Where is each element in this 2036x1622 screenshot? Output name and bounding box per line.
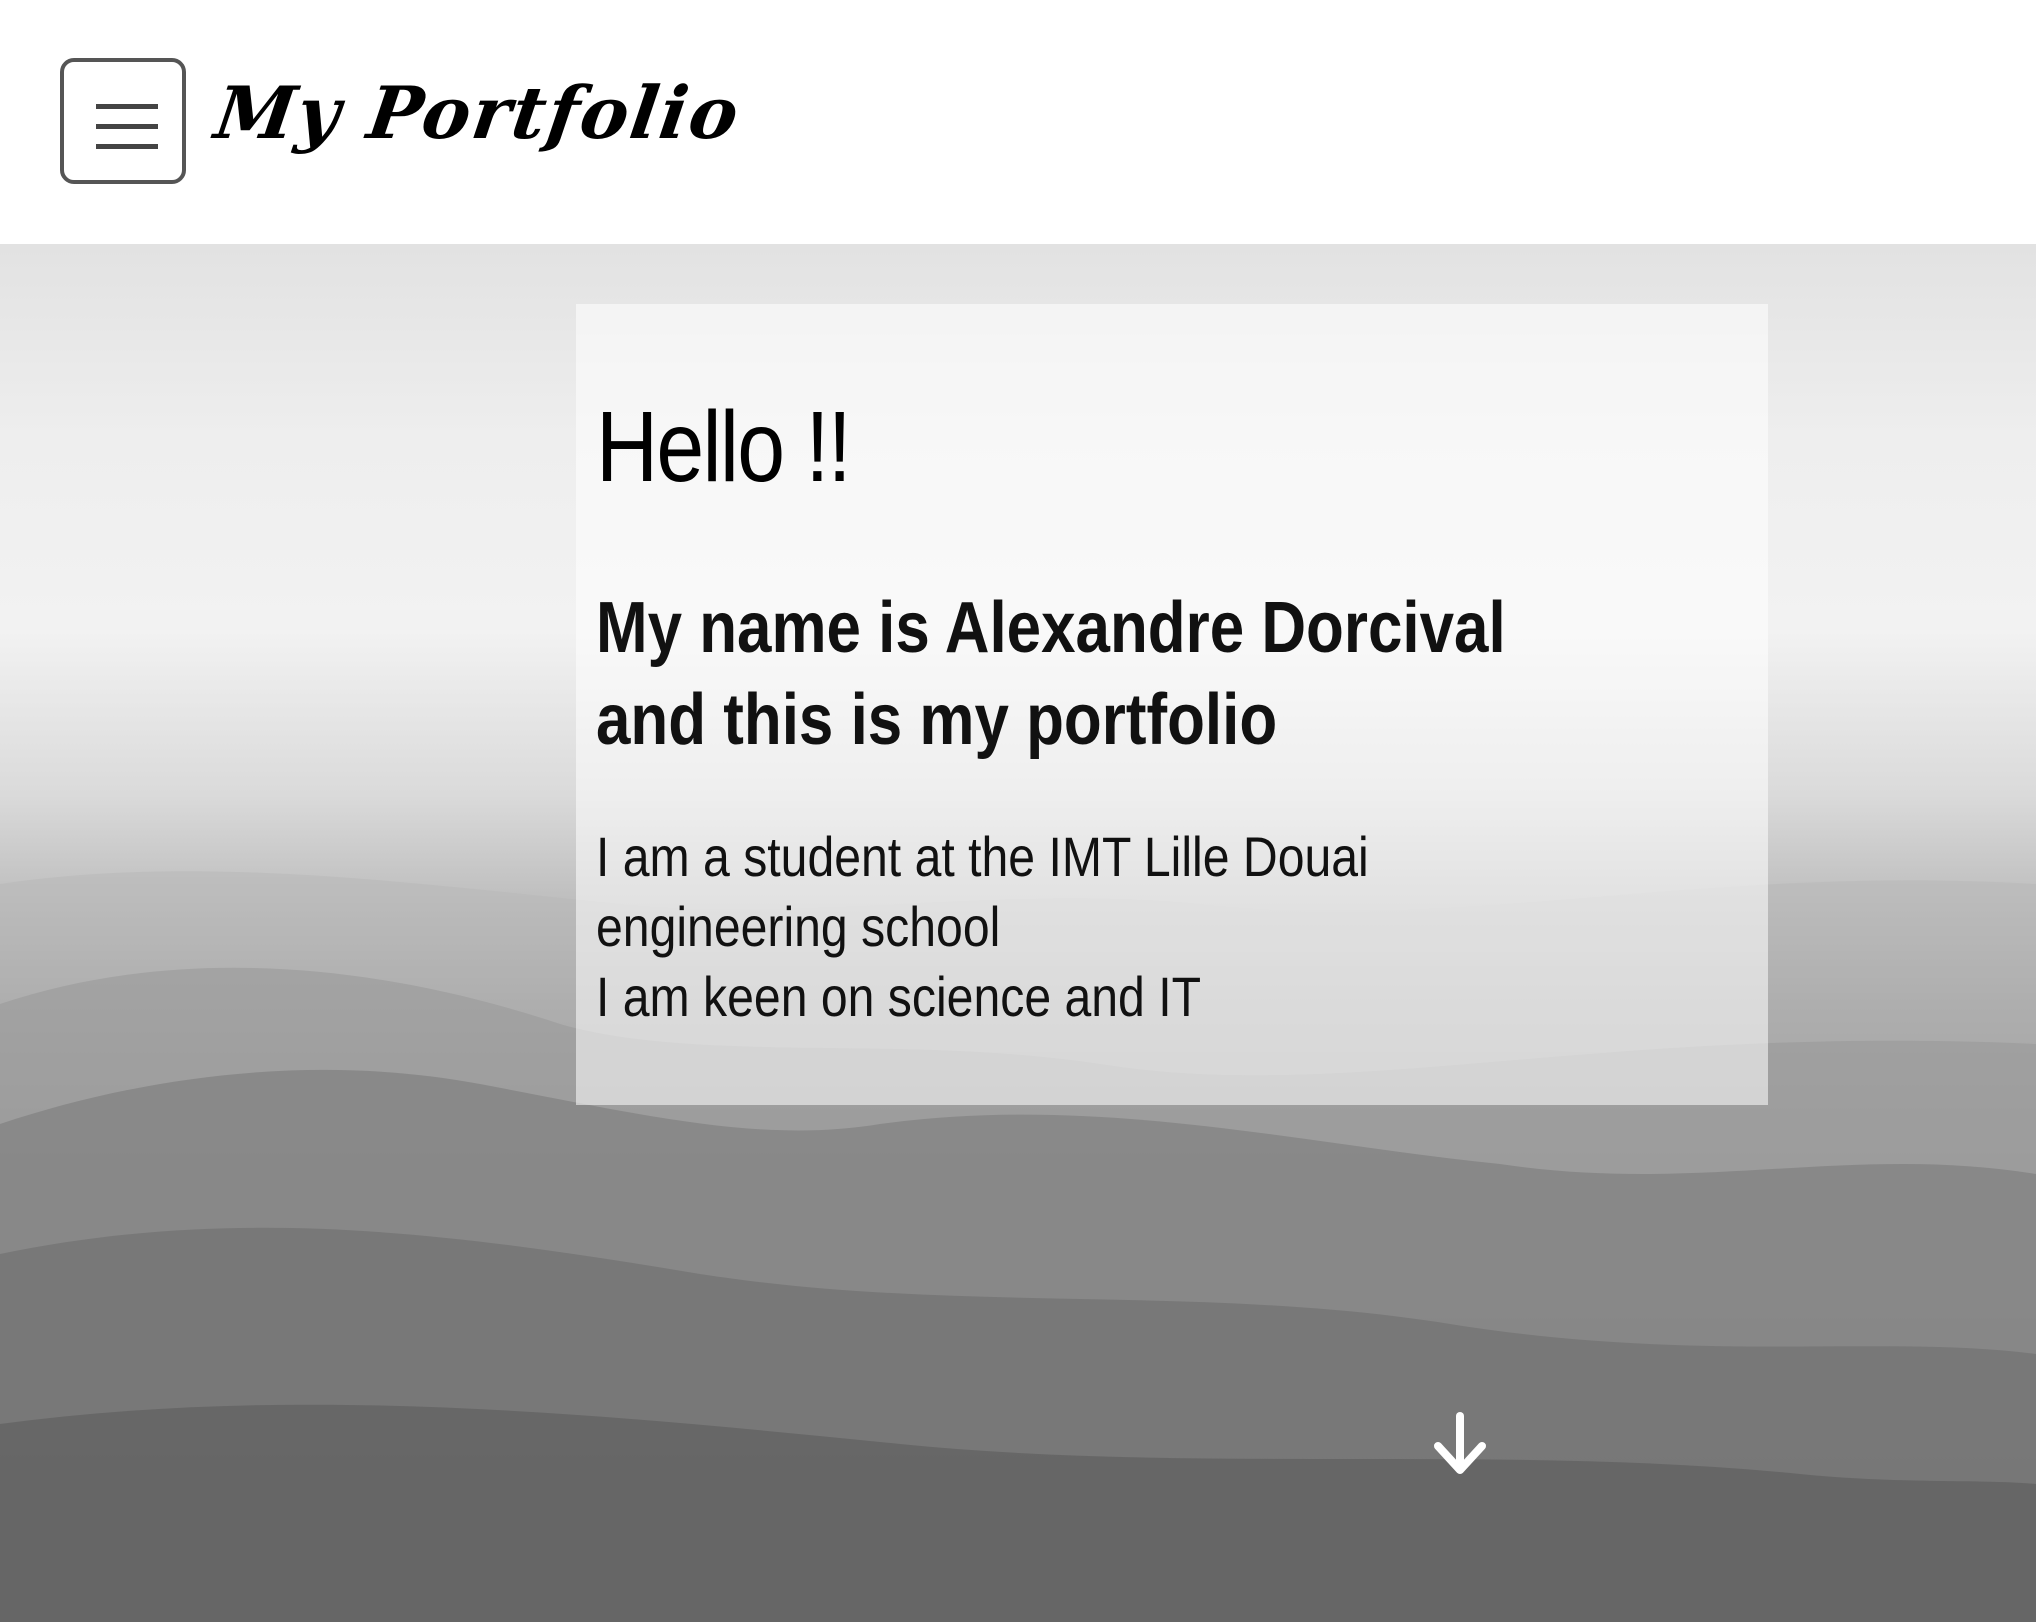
site-header: My Portfolio xyxy=(0,0,2036,244)
intro-subtitle: My name is Alexandre Dorcival and this i… xyxy=(596,588,1506,760)
arrow-down-icon[interactable] xyxy=(1432,1412,1488,1476)
bio-text: I am a student at the IMT Lille Douai en… xyxy=(596,822,1542,1032)
hamburger-menu-icon-bar xyxy=(96,124,158,129)
menu-toggle-button[interactable] xyxy=(60,58,186,184)
greeting-heading: Hello !! xyxy=(596,391,852,503)
hamburger-menu-icon xyxy=(96,104,158,109)
hero-section: Hello !! My name is Alexandre Dorcival a… xyxy=(0,244,2036,1622)
bio-line: I am a student at the IMT Lille Douai en… xyxy=(596,825,1369,958)
brand-title[interactable]: My Portfolio xyxy=(210,70,746,155)
hamburger-menu-icon-bar xyxy=(96,144,158,149)
intro-panel: Hello !! My name is Alexandre Dorcival a… xyxy=(576,304,1768,1105)
bio-line: I am keen on science and IT xyxy=(596,965,1202,1028)
